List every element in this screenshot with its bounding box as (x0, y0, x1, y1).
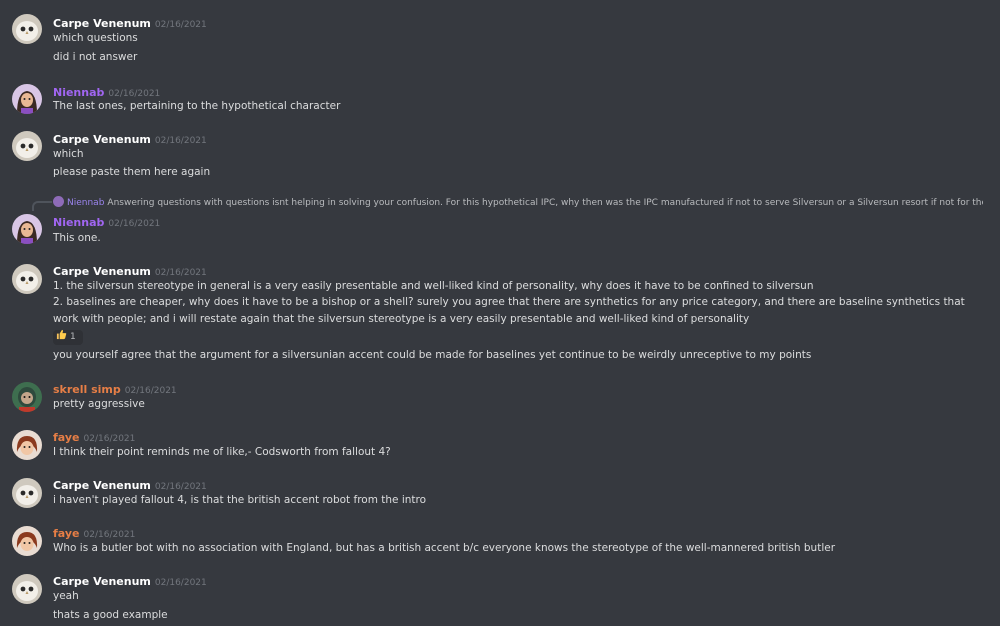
reply-avatar (53, 196, 64, 207)
message-timestamp: 02/16/2021 (154, 136, 207, 146)
avatar-faye[interactable] (12, 526, 42, 556)
message-timestamp: 02/16/2021 (154, 578, 207, 588)
message-text: i haven't played fallout 4, is that the … (53, 494, 427, 506)
message-text: please paste them here again (53, 166, 211, 178)
reaction-thumbs-up[interactable]: 1 (53, 329, 83, 346)
author-name[interactable]: Carpe Venenum (53, 265, 151, 278)
message-text: The last ones, pertaining to the hypothe… (53, 100, 341, 112)
author-name[interactable]: faye (53, 431, 80, 444)
message-text: This one. (53, 232, 101, 244)
message-timestamp: 02/16/2021 (154, 268, 207, 278)
message-timestamp: 02/16/2021 (124, 386, 177, 396)
message-timestamp: 02/16/2021 (83, 434, 136, 444)
avatar-owl[interactable] (12, 14, 42, 44)
author-name[interactable]: Carpe Venenum (53, 479, 151, 492)
message-text: which questions (53, 32, 138, 44)
message-text: I think their point reminds me of like,-… (53, 446, 391, 458)
avatar-owl[interactable] (12, 574, 42, 604)
reply-author: Niennab (67, 198, 105, 208)
message-text: yeah (53, 590, 79, 602)
author-name[interactable]: Carpe Venenum (53, 17, 151, 30)
reply-text: Answering questions with questions isnt … (107, 198, 983, 208)
message-timestamp: 02/16/2021 (83, 530, 136, 540)
message-text: thats a good example (53, 609, 168, 621)
message-timestamp: 02/16/2021 (154, 20, 207, 30)
avatar-faye[interactable] (12, 430, 42, 460)
message-text: did i not answer (53, 51, 138, 63)
author-name[interactable]: Carpe Venenum (53, 575, 151, 588)
author-name[interactable]: faye (53, 527, 80, 540)
reply-spine (32, 201, 52, 211)
message-text: Who is a butler bot with no association … (53, 542, 836, 554)
avatar-skrell-simp[interactable] (12, 382, 42, 412)
author-name[interactable]: skrell simp (53, 383, 121, 396)
avatar-niennab[interactable] (12, 84, 42, 114)
avatar-owl[interactable] (12, 131, 42, 161)
avatar-niennab[interactable] (12, 214, 42, 244)
reply-preview[interactable]: Niennab Answering questions with question… (53, 196, 983, 210)
message-text: which (53, 148, 84, 160)
avatar-owl[interactable] (12, 264, 42, 294)
message-text: 2. baselines are cheaper, why does it ha… (53, 296, 965, 325)
message-text: 1. the silversun stereotype in general i… (53, 280, 814, 292)
author-name[interactable]: Carpe Venenum (53, 133, 151, 146)
message-text: you yourself agree that the argument for… (53, 349, 812, 361)
message-timestamp: 02/16/2021 (108, 219, 161, 229)
reaction-count: 1 (70, 332, 76, 342)
chat-message-list: Carpe Venenum 02/16/2021 which questions … (0, 0, 1000, 626)
author-name[interactable]: Niennab (53, 216, 104, 229)
avatar-owl[interactable] (12, 478, 42, 508)
message-text: pretty aggressive (53, 398, 145, 410)
message-timestamp: 02/16/2021 (154, 482, 207, 492)
thumbs-up-icon (56, 329, 67, 346)
